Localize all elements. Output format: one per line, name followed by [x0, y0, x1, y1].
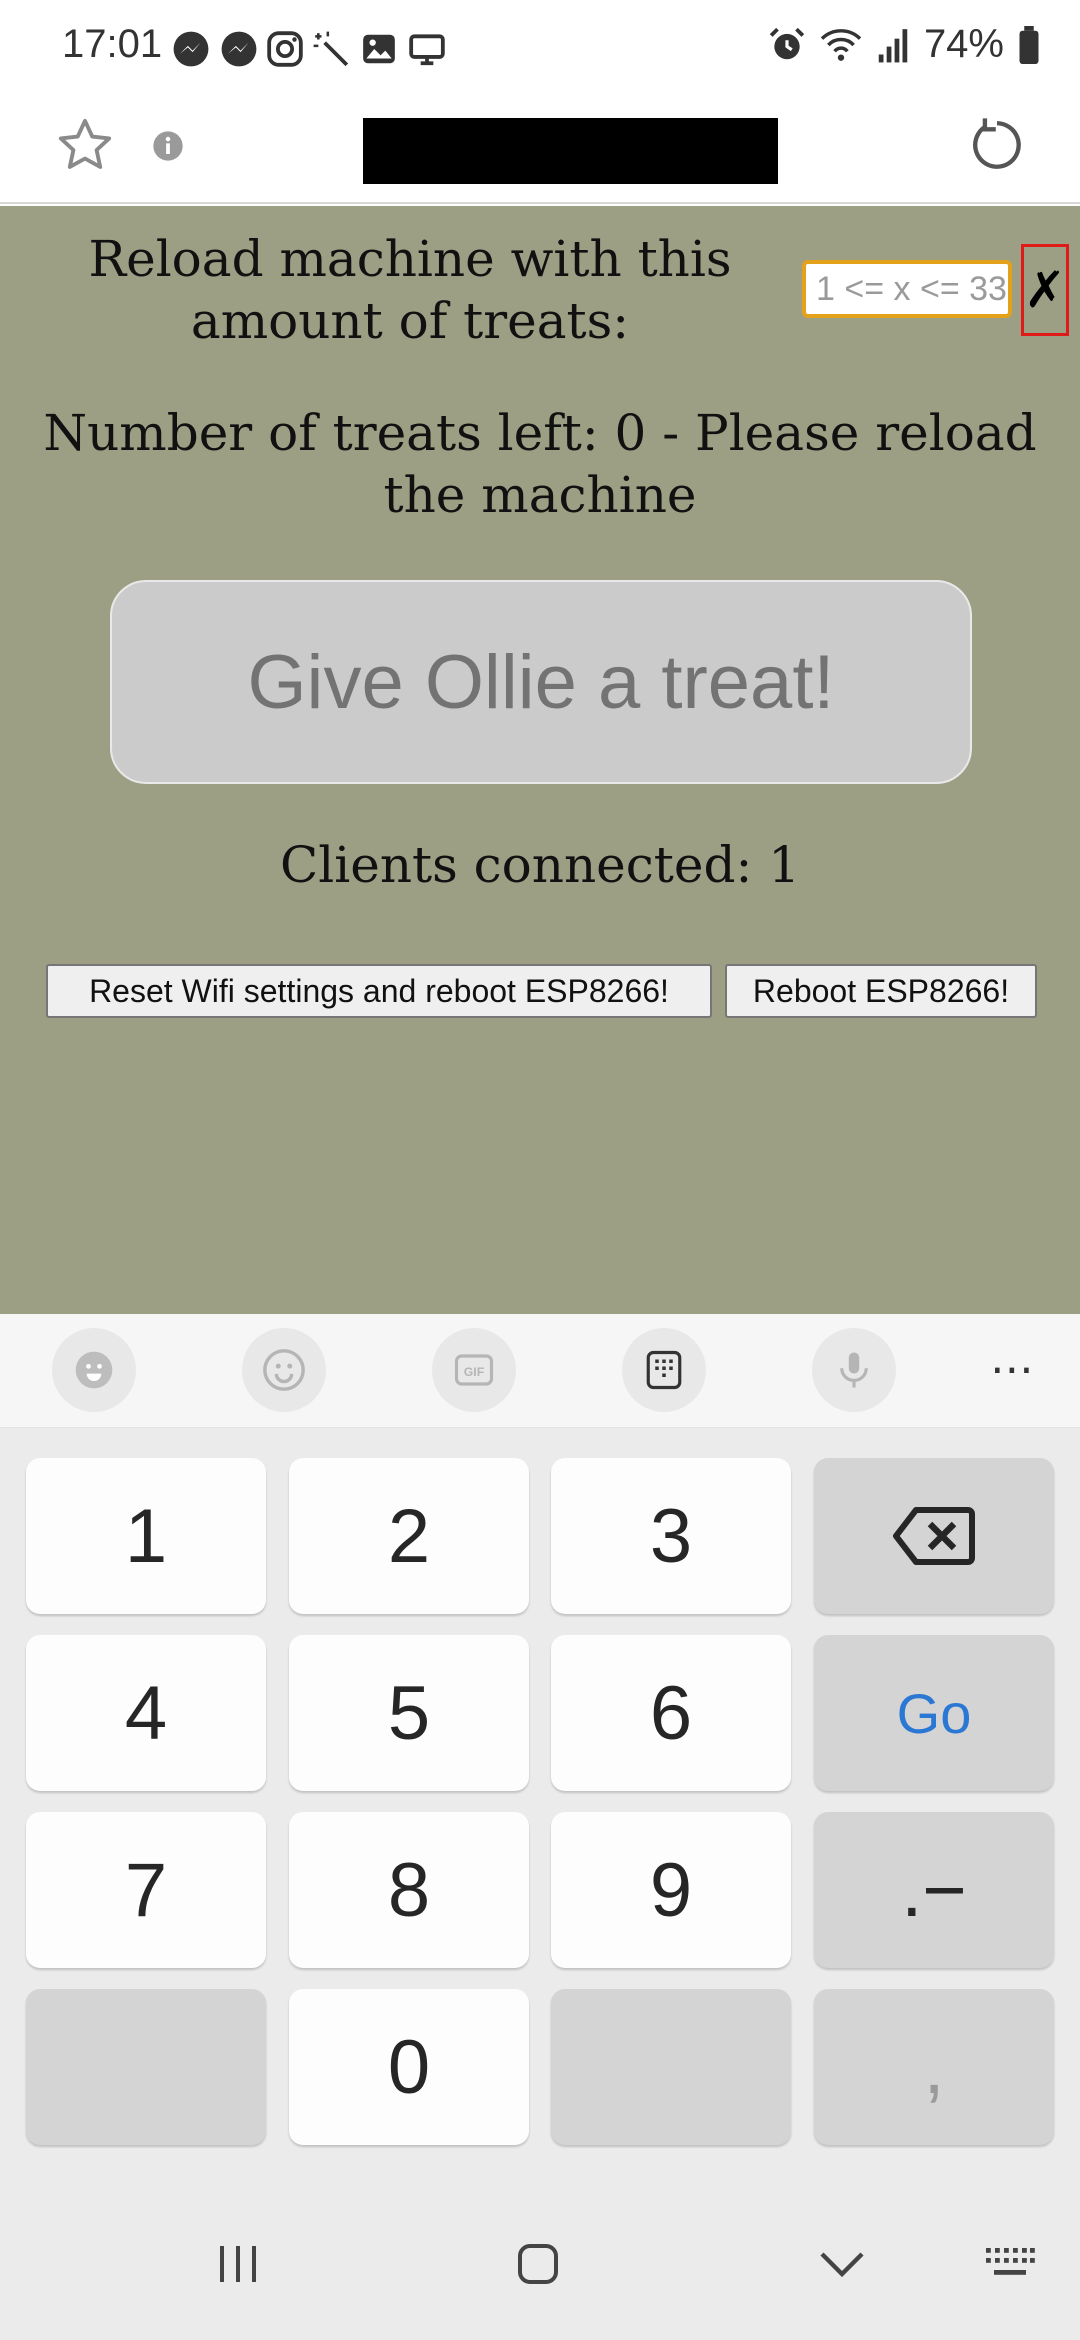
go-key[interactable]: Go — [814, 1635, 1054, 1791]
magic-wand-icon — [313, 31, 349, 67]
status-time: 17:01 — [62, 22, 163, 66]
signal-icon — [878, 28, 908, 62]
give-treat-button[interactable]: Give Ollie a treat! — [110, 580, 972, 784]
navigation-bar — [0, 2196, 1080, 2340]
reload-label: Reload machine with this amount of treat… — [88, 230, 732, 350]
backspace-key[interactable] — [814, 1458, 1054, 1614]
back-icon[interactable] — [816, 2246, 868, 2282]
reload-amount-input[interactable] — [802, 260, 1012, 318]
emoji-icon[interactable] — [242, 1328, 326, 1412]
treats-left-text: Number of treats left: 0 - Please reload… — [43, 404, 1037, 524]
clients-connected-text: Clients connected: 1 — [279, 836, 801, 894]
key-6[interactable]: 6 — [551, 1635, 791, 1791]
dot-dash-key[interactable]: .− — [814, 1812, 1054, 1968]
svg-text:GIF: GIF — [464, 1365, 485, 1379]
key-4[interactable]: 4 — [26, 1635, 266, 1791]
keyboard-icon[interactable] — [984, 2244, 1036, 2284]
battery-icon — [1019, 25, 1039, 64]
blank-key-left — [26, 1989, 266, 2145]
recents-icon[interactable] — [212, 2240, 264, 2288]
info-icon[interactable] — [152, 130, 184, 162]
messenger-icon — [173, 31, 209, 67]
reload-icon[interactable] — [968, 116, 1026, 174]
gallery-icon — [363, 34, 395, 64]
key-2[interactable]: 2 — [289, 1458, 529, 1614]
alarm-icon — [769, 27, 805, 59]
browser-toolbar — [0, 96, 1080, 204]
key-0[interactable]: 0 — [289, 1989, 529, 2145]
status-right: 74% — [768, 22, 1040, 67]
url-bar-redacted[interactable] — [363, 118, 778, 184]
blank-key-right — [551, 1989, 791, 2145]
star-icon[interactable] — [56, 116, 114, 174]
key-8[interactable]: 8 — [289, 1812, 529, 1968]
sticker-icon[interactable] — [52, 1328, 136, 1412]
instagram-icon — [267, 31, 303, 67]
mic-icon[interactable] — [812, 1328, 896, 1412]
messenger-icon — [221, 31, 257, 67]
key-3[interactable]: 3 — [551, 1458, 791, 1614]
backspace-icon — [893, 1507, 975, 1565]
key-9[interactable]: 9 — [551, 1812, 791, 1968]
screen-icon — [409, 34, 445, 66]
key-1[interactable]: 1 — [26, 1458, 266, 1614]
keyboard-toolbar: GIF ⋯ — [0, 1314, 1080, 1428]
web-page: Reload machine with this amount of treat… — [0, 206, 1080, 1314]
key-7[interactable]: 7 — [26, 1812, 266, 1968]
key-5[interactable]: 5 — [289, 1635, 529, 1791]
wifi-icon — [820, 28, 862, 61]
comma-key[interactable]: , — [814, 1989, 1054, 2145]
reset-wifi-button[interactable]: Reset Wifi settings and reboot ESP8266! — [46, 964, 712, 1018]
keypad-icon[interactable] — [622, 1328, 706, 1412]
battery-percentage: 74% — [923, 22, 1004, 66]
numeric-keyboard: 1 2 3 4 5 6 Go 7 8 9 .− 0 , — [0, 1428, 1080, 2196]
cancel-button[interactable]: ✗ — [1021, 244, 1069, 336]
more-icon[interactable]: ⋯ — [990, 1344, 1036, 1395]
home-icon[interactable] — [514, 2240, 562, 2288]
gif-icon[interactable]: GIF — [432, 1328, 516, 1412]
reboot-button[interactable]: Reboot ESP8266! — [725, 964, 1037, 1018]
status-bar: 17:01 74% — [0, 0, 1080, 96]
